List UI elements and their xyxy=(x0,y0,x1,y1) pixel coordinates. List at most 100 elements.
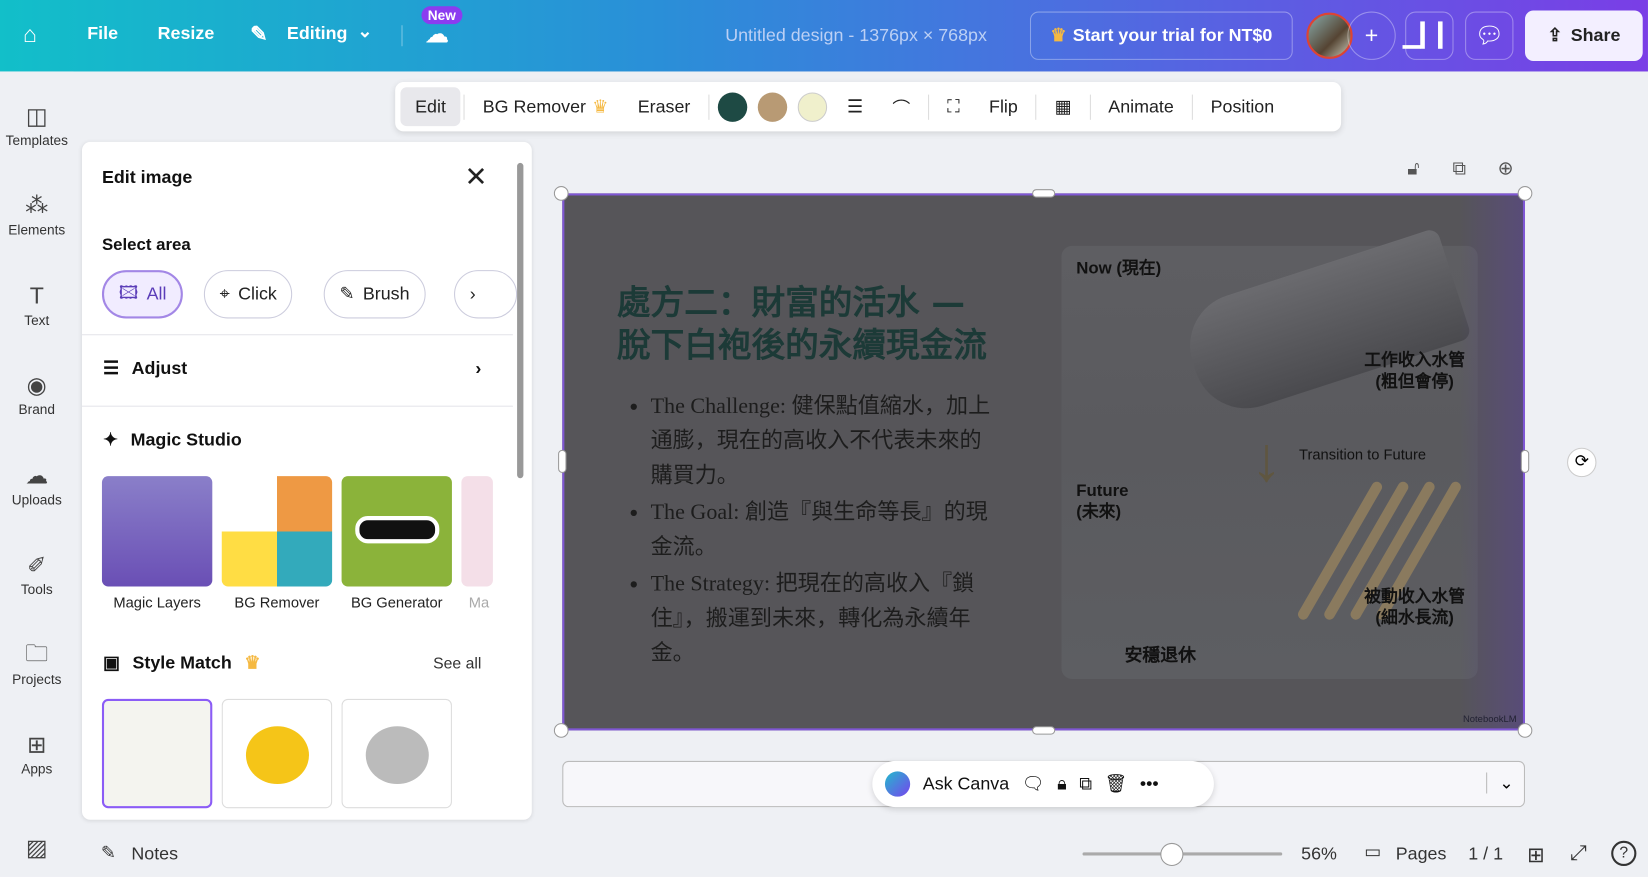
start-trial-button[interactable]: ♛ Start your trial for NT$0 xyxy=(1029,11,1293,60)
file-menu[interactable]: File xyxy=(87,23,118,44)
mode-label: Brush xyxy=(362,283,410,304)
panel-scrollbar[interactable] xyxy=(513,152,528,814)
fullscreen-icon[interactable]: ⤢ xyxy=(1570,842,1587,866)
trial-label: Start your trial for NT$0 xyxy=(1072,25,1273,46)
bg-remover-button[interactable]: BG Remover ♛ xyxy=(468,87,623,126)
cloud-saved-icon[interactable]: ☁ xyxy=(426,21,449,48)
divider xyxy=(401,25,403,47)
eraser-button[interactable]: Eraser xyxy=(623,87,705,126)
share-button[interactable]: ⇪ Share xyxy=(1525,10,1643,61)
color-swatch[interactable] xyxy=(797,91,828,122)
grid-view-icon[interactable]: ⊞ xyxy=(1527,842,1545,868)
brand-icon: ◉ xyxy=(26,372,47,399)
help-icon[interactable]: ? xyxy=(1611,840,1637,867)
color-swatch[interactable] xyxy=(717,91,748,122)
magic-studio-label: Magic Studio xyxy=(130,429,242,450)
duplicate-icon[interactable]: ⧉ xyxy=(1079,774,1092,795)
insights-icon[interactable]: ▁▎▎ xyxy=(1403,11,1456,60)
style-thumbnail-sketch-duck[interactable] xyxy=(341,698,452,809)
zoom-value[interactable]: 56% xyxy=(1301,844,1337,865)
chevron-down-icon[interactable]: ⌄ xyxy=(1485,772,1513,794)
style-thumbnail-duck[interactable] xyxy=(221,698,333,809)
sidebar-item-templates[interactable]: ◫ Templates xyxy=(0,101,74,148)
resize-handle[interactable] xyxy=(1032,726,1056,735)
color-swatch[interactable] xyxy=(757,91,788,122)
comment-icon[interactable]: 💬︎ xyxy=(1465,11,1514,60)
design-title[interactable]: Untitled design - 1376px × 768px xyxy=(725,25,987,46)
divider xyxy=(81,334,513,336)
more-thumbnail[interactable] xyxy=(461,476,493,587)
design-canvas[interactable]: 處方二：財富的活水 —脫下白袍後的永續現金流 The Challenge: 健保… xyxy=(562,193,1526,731)
comment-add-icon[interactable]: 🗨︎ xyxy=(1022,774,1045,795)
flip-button[interactable]: Flip xyxy=(974,87,1032,126)
home-icon[interactable]: ⌂ xyxy=(23,21,37,48)
crop-icon[interactable]: ⛶ xyxy=(932,87,974,126)
resize-handle[interactable] xyxy=(558,449,567,473)
sidebar-item-uploads[interactable]: ☁ Uploads xyxy=(0,460,74,507)
resize-menu[interactable]: Resize xyxy=(158,23,215,44)
zoom-slider[interactable] xyxy=(1082,842,1283,867)
animate-button[interactable]: Animate xyxy=(1094,87,1189,126)
editing-menu[interactable]: Editing xyxy=(287,23,348,44)
notes-button[interactable]: Notes xyxy=(131,844,178,865)
resize-handle[interactable] xyxy=(553,186,569,201)
add-collaborator-button[interactable]: + xyxy=(1347,11,1396,60)
text-icon: T xyxy=(29,282,44,309)
magic-studio-heading: ✦ Magic Studio xyxy=(103,430,481,451)
close-icon[interactable]: ✕ xyxy=(465,161,488,194)
add-page-icon[interactable]: ⊕ xyxy=(1498,158,1514,180)
sidebar-item-apps[interactable]: ⊞ Apps xyxy=(0,729,74,776)
trash-icon[interactable]: 🗑︎ xyxy=(1105,774,1128,795)
more-icon[interactable]: ••• xyxy=(1140,774,1159,795)
chevron-right-icon: › xyxy=(475,358,482,379)
pool-label: 安穩退休 xyxy=(1124,645,1197,666)
sidebar-item-tools[interactable]: ✐ Tools xyxy=(0,550,74,597)
sidebar-label: Uploads xyxy=(11,491,62,508)
position-button[interactable]: Position xyxy=(1196,87,1289,126)
edit-image-panel: Edit image ✕ Select area 🖾︎ All ⌖ Click ✎ B… xyxy=(81,141,532,820)
select-all-button[interactable]: 🖾︎ All xyxy=(101,270,184,319)
sidebar-item-brand[interactable]: ◉ Brand xyxy=(0,370,74,417)
avatar[interactable] xyxy=(1306,12,1353,59)
chevron-down-icon[interactable]: ⌄ xyxy=(357,21,372,42)
select-brush-button[interactable]: ✎ Brush xyxy=(323,270,426,319)
corner-rounding-icon[interactable]: ⌒ xyxy=(878,87,925,126)
style-thumbnail-slide[interactable] xyxy=(101,698,213,809)
sidebar-item-projects[interactable]: 🗀︎ Projects xyxy=(0,640,74,687)
rotate-icon[interactable]: ⟳ xyxy=(1567,447,1597,478)
resize-handle[interactable] xyxy=(1517,723,1533,738)
bg-generator-thumbnail[interactable] xyxy=(341,476,452,587)
lock-icon[interactable]: 🔓︎ xyxy=(1407,158,1419,180)
ask-canva-button[interactable]: Ask Canva xyxy=(923,774,1009,795)
duplicate-icon[interactable]: ⧉ xyxy=(1452,158,1466,180)
resize-handle[interactable] xyxy=(1520,449,1530,473)
resize-handle[interactable] xyxy=(553,723,569,738)
tool-label: BG Remover xyxy=(234,593,320,611)
sidebar-item-elements[interactable]: ⁂ Elements xyxy=(0,190,74,237)
future-line2: (未來) xyxy=(1076,503,1122,522)
crown-icon: ♛ xyxy=(592,96,609,117)
modes-next-button[interactable]: › xyxy=(454,270,518,319)
zoom-slider-thumb[interactable] xyxy=(1160,842,1184,867)
resize-handle[interactable] xyxy=(1517,186,1533,201)
lock-icon[interactable]: 🔒︎ xyxy=(1057,774,1067,795)
bullet-item: The Challenge: 健保點值縮水，加上通膨，現在的高收入不代表未來的購… xyxy=(651,389,1000,493)
adjust-label: Adjust xyxy=(131,358,188,379)
transparency-icon[interactable]: ▦ xyxy=(1040,87,1086,126)
share-label: Share xyxy=(1570,25,1621,46)
resize-handle[interactable] xyxy=(1032,189,1056,198)
duck-icon xyxy=(245,726,309,785)
pages-icon: ▭ xyxy=(1364,841,1382,862)
magic-layers-thumbnail[interactable] xyxy=(101,476,213,587)
watermark: NotebookLM xyxy=(1462,713,1517,725)
sidebar-item-text[interactable]: T Text xyxy=(0,281,74,328)
border-style-icon[interactable]: ☰ xyxy=(832,87,877,126)
see-all-link[interactable]: See all xyxy=(433,654,481,672)
select-click-button[interactable]: ⌖ Click xyxy=(203,270,293,319)
bg-remover-thumbnail[interactable] xyxy=(221,476,333,587)
adjust-row[interactable]: ☰ Adjust › xyxy=(103,358,481,379)
image-toolbar: Edit BG Remover ♛ Eraser ☰ ⌒ ⛶ Flip ▦ Ani… xyxy=(395,81,1342,132)
pages-button[interactable]: Pages xyxy=(1396,844,1447,865)
edit-button[interactable]: Edit xyxy=(400,87,461,127)
bg-remover-label: BG Remover xyxy=(482,96,586,117)
